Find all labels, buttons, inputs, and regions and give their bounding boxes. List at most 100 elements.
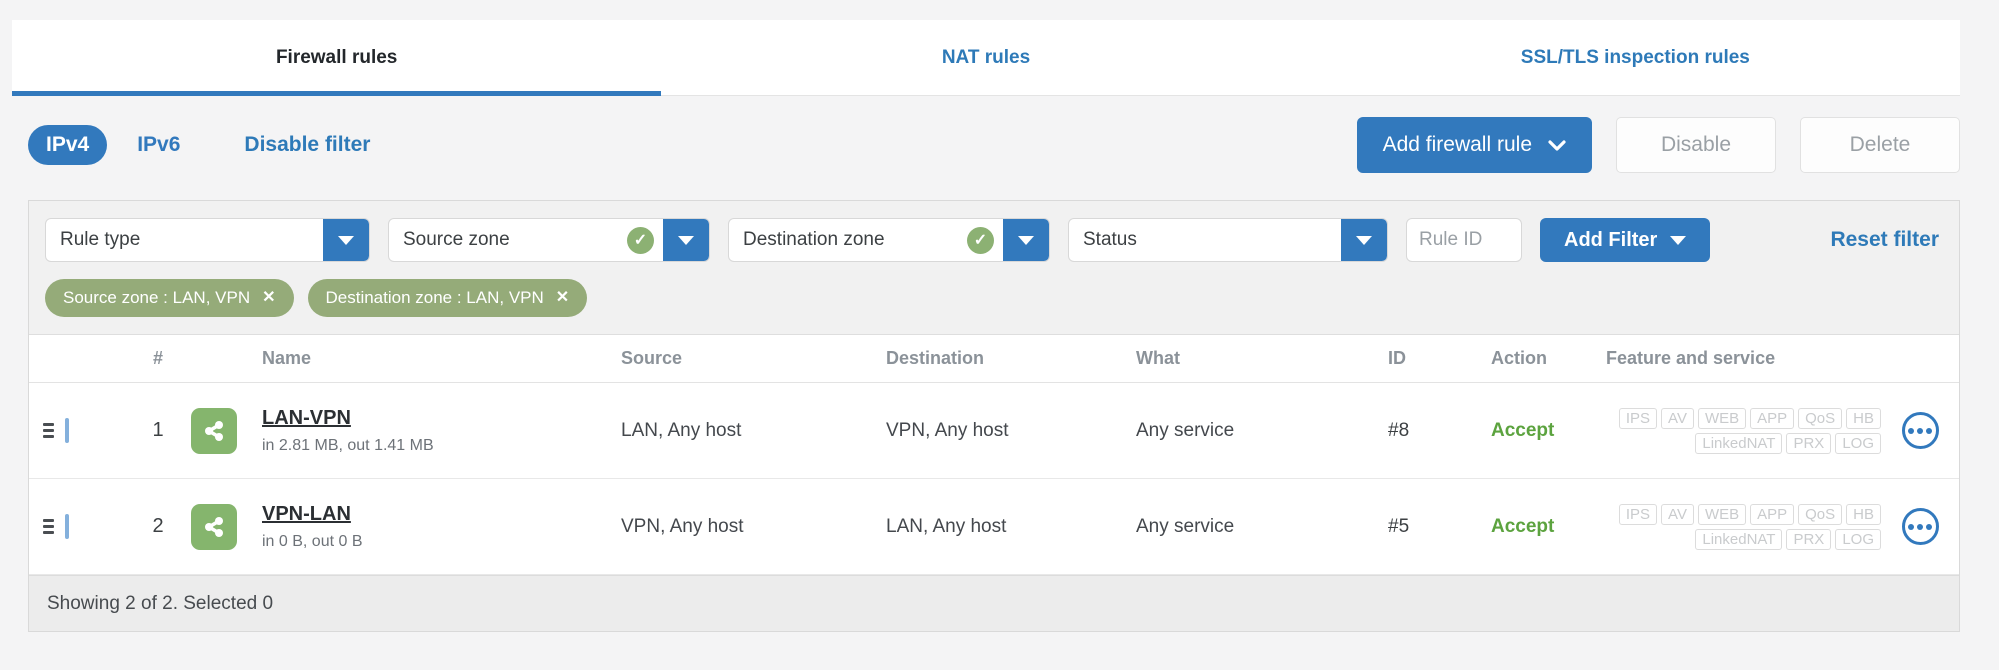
source-zone-select[interactable]: Source zone ✓ xyxy=(388,218,710,262)
filter-row: Rule type Source zone ✓ Destination zone… xyxy=(45,218,1943,262)
row-number: 1 xyxy=(152,419,164,441)
triangle-down-icon xyxy=(1356,235,1372,245)
destination-zone-select[interactable]: Destination zone ✓ xyxy=(728,218,1050,262)
row-checkbox[interactable] xyxy=(65,417,69,443)
status-select[interactable]: Status xyxy=(1068,218,1388,262)
header-destination: Destination xyxy=(886,348,985,368)
drag-handle-icon[interactable] xyxy=(43,519,54,534)
ipv4-toggle[interactable]: IPv4 xyxy=(28,125,108,165)
filter-chip-destination-zone[interactable]: Destination zone : LAN, VPN ✕ xyxy=(307,279,588,317)
firewall-rules-panel: Rule type Source zone ✓ Destination zone… xyxy=(28,200,1960,632)
feature-badge: IPS xyxy=(1618,407,1658,429)
filter-chip-source-zone[interactable]: Source zone : LAN, VPN ✕ xyxy=(45,279,294,317)
triangle-down-icon xyxy=(1018,235,1034,245)
rule-name-link[interactable]: LAN-VPN xyxy=(262,407,351,430)
add-firewall-rule-button[interactable]: Add firewall rule xyxy=(1356,117,1592,173)
delete-button[interactable]: Delete xyxy=(1800,117,1960,173)
tab-ssl-tls-inspection-rules[interactable]: SSL/TLS inspection rules xyxy=(1311,20,1960,95)
triangle-down-icon xyxy=(338,235,354,245)
disable-filter-link[interactable]: Disable filter xyxy=(244,133,370,157)
row-checkbox[interactable] xyxy=(65,513,69,539)
feature-badge: QoS xyxy=(1798,407,1843,429)
add-filter-label: Add Filter xyxy=(1564,228,1658,251)
rule-type-share-icon xyxy=(191,407,237,454)
feature-badge: LinkedNAT xyxy=(1695,528,1783,550)
disable-button[interactable]: Disable xyxy=(1616,117,1776,173)
feature-badge: APP xyxy=(1750,503,1795,525)
source-zone-label: Source zone xyxy=(403,229,510,250)
rule-action: Accept xyxy=(1491,419,1555,441)
remove-chip-icon[interactable]: ✕ xyxy=(556,290,569,306)
row-menu-ellipsis-icon[interactable] xyxy=(1901,412,1939,449)
rule-name-link[interactable]: VPN-LAN xyxy=(262,503,351,526)
triangle-down-icon xyxy=(678,235,694,245)
rule-id-input[interactable] xyxy=(1406,218,1522,262)
feature-badge: AV xyxy=(1661,503,1694,525)
feature-badge: IPS xyxy=(1618,503,1658,525)
status-label: Status xyxy=(1083,229,1137,250)
filter-chip-label: Source zone : LAN, VPN xyxy=(63,288,251,307)
feature-badge: PRX xyxy=(1786,432,1832,454)
table-footer: Showing 2 of 2. Selected 0 xyxy=(29,575,1959,631)
feature-badge: LOG xyxy=(1835,528,1881,550)
check-circle-icon: ✓ xyxy=(627,226,654,254)
filter-chip-label: Destination zone : LAN, VPN xyxy=(325,288,544,307)
header-source: Source xyxy=(621,348,683,368)
rule-traffic: in 2.81 MB, out 1.41 MB xyxy=(262,436,434,454)
showing-status-text: Showing 2 of 2. Selected 0 xyxy=(47,592,274,614)
table-header-row: # Name Source Destination What ID Action… xyxy=(29,335,1959,383)
status-dropdown-button[interactable] xyxy=(1341,219,1387,261)
feature-badge: PRX xyxy=(1786,528,1832,550)
filter-area: Rule type Source zone ✓ Destination zone… xyxy=(29,201,1959,335)
add-firewall-rule-label: Add firewall rule xyxy=(1382,133,1532,156)
feature-badges: IPS AV WEB APP QoS HB LinkedNAT PRX LOG xyxy=(1586,407,1881,454)
rule-destination: VPN, Any host xyxy=(886,419,1009,441)
tab-nat-rules[interactable]: NAT rules xyxy=(661,20,1310,95)
header-feature-and-service: Feature and service xyxy=(1606,348,1776,368)
feature-badge: WEB xyxy=(1697,503,1747,525)
reset-filter-link[interactable]: Reset filter xyxy=(1830,228,1943,252)
rule-id: #8 xyxy=(1388,419,1410,441)
header-name: Name xyxy=(262,348,312,368)
rule-what: Any service xyxy=(1136,419,1235,441)
rule-type-select[interactable]: Rule type xyxy=(45,218,370,262)
feature-badge: HB xyxy=(1846,503,1881,525)
feature-badge: LOG xyxy=(1835,432,1881,454)
rule-what: Any service xyxy=(1136,515,1235,537)
header-id: ID xyxy=(1388,348,1406,368)
feature-badge: WEB xyxy=(1697,407,1747,429)
chevron-down-icon xyxy=(1548,139,1566,151)
destination-zone-label: Destination zone xyxy=(743,229,885,250)
rule-action: Accept xyxy=(1491,515,1555,537)
rule-source: VPN, Any host xyxy=(621,515,744,537)
active-filter-chips: Source zone : LAN, VPN ✕ Destination zon… xyxy=(45,279,1943,317)
add-filter-button[interactable]: Add Filter xyxy=(1540,218,1711,262)
rule-type-label: Rule type xyxy=(60,229,141,250)
feature-badges: IPS AV WEB APP QoS HB LinkedNAT PRX LOG xyxy=(1586,503,1881,550)
feature-badge: LinkedNAT xyxy=(1695,432,1783,454)
source-zone-dropdown-button[interactable] xyxy=(663,219,709,261)
row-number: 2 xyxy=(152,515,164,537)
rules-tab-bar: Firewall rules NAT rules SSL/TLS inspect… xyxy=(12,20,1960,96)
triangle-down-icon xyxy=(1670,235,1687,245)
rule-id: #5 xyxy=(1388,515,1410,537)
table-row: 1 LAN-VPN in 2.81 MB, out 1.41 MB LAN, A… xyxy=(29,383,1959,479)
drag-handle-icon[interactable] xyxy=(43,423,54,438)
feature-badge: HB xyxy=(1846,407,1881,429)
ipv6-toggle[interactable]: IPv6 xyxy=(137,133,180,157)
remove-chip-icon[interactable]: ✕ xyxy=(262,290,275,306)
header-number: # xyxy=(152,348,163,368)
rule-type-dropdown-button[interactable] xyxy=(323,219,369,261)
header-what: What xyxy=(1136,348,1180,368)
row-menu-ellipsis-icon[interactable] xyxy=(1901,508,1939,545)
rule-traffic: in 0 B, out 0 B xyxy=(262,532,363,550)
feature-badge: AV xyxy=(1661,407,1694,429)
check-circle-icon: ✓ xyxy=(967,226,994,254)
toolbar: IPv4 IPv6 Disable filter Add firewall ru… xyxy=(28,116,1960,174)
rule-destination: LAN, Any host xyxy=(886,515,1007,537)
feature-badge: QoS xyxy=(1798,503,1843,525)
table-row: 2 VPN-LAN in 0 B, out 0 B VPN, Any host … xyxy=(29,479,1959,575)
destination-zone-dropdown-button[interactable] xyxy=(1003,219,1049,261)
tab-firewall-rules[interactable]: Firewall rules xyxy=(12,20,662,96)
rule-source: LAN, Any host xyxy=(621,419,742,441)
